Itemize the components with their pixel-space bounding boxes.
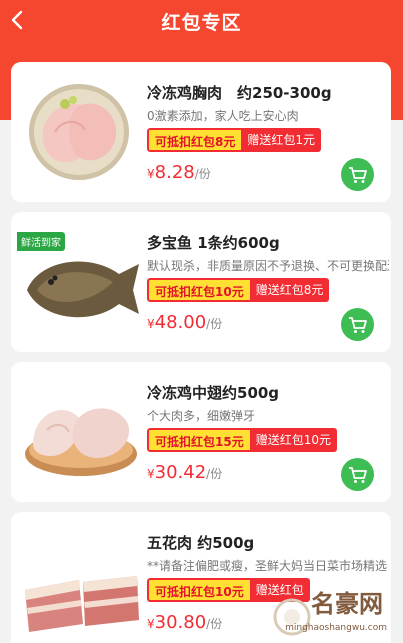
product-price: ¥8.28/份 bbox=[147, 162, 211, 183]
coupon-badges: 可抵扣红包15元 赠送红包10元 bbox=[147, 428, 337, 452]
deduct-badge: 可抵扣红包10元 bbox=[147, 278, 250, 302]
price-value: 30.42 bbox=[154, 462, 207, 483]
add-to-cart-button[interactable] bbox=[341, 308, 374, 341]
watermark-url: minghaoshangwu.com bbox=[285, 623, 387, 633]
product-price: ¥30.80/份 bbox=[147, 612, 222, 633]
coupon-badges: 可抵扣红包8元 赠送红包1元 bbox=[147, 128, 321, 152]
price-value: 30.80 bbox=[154, 612, 207, 633]
gift-badge: 赠送红包10元 bbox=[249, 428, 337, 452]
add-to-cart-button[interactable] bbox=[341, 458, 374, 491]
price-unit: /份 bbox=[194, 167, 211, 181]
deduct-badge: 可抵扣红包8元 bbox=[147, 128, 242, 152]
gift-badge: 赠送红包1元 bbox=[241, 128, 321, 152]
product-name: 冷冻鸡胸肉 约250-300g bbox=[147, 84, 332, 102]
currency-symbol: ¥ bbox=[147, 467, 155, 481]
cart-icon bbox=[349, 317, 367, 333]
fresh-delivery-tag: 鲜活到家 bbox=[17, 232, 65, 251]
price-unit: /份 bbox=[206, 617, 223, 631]
product-name: 冷冻鸡中翅约500g bbox=[147, 384, 280, 402]
currency-symbol: ¥ bbox=[147, 317, 155, 331]
product-desc: 0激素添加，家人吃上安心肉 bbox=[147, 109, 299, 123]
page-title: 红包专区 bbox=[161, 12, 242, 34]
site-watermark: 名豪网 minghaoshangwu.com bbox=[272, 589, 397, 637]
product-price: ¥48.00/份 bbox=[147, 312, 222, 333]
product-card[interactable]: 冷冻鸡胸肉 约250-300g 0激素添加，家人吃上安心肉 可抵扣红包8元 赠送… bbox=[11, 62, 391, 202]
product-card[interactable]: 鲜活到家 多宝鱼 1条约600g 默认现杀，非质量原因不予退换、不可更换配送 可… bbox=[11, 212, 391, 352]
coupon-badges: 可抵扣红包10元 赠送红包8元 bbox=[147, 278, 330, 302]
price-unit: /份 bbox=[206, 467, 223, 481]
price-value: 48.00 bbox=[154, 312, 207, 333]
pork-belly-image bbox=[19, 520, 143, 643]
add-to-cart-button[interactable] bbox=[341, 158, 374, 191]
cart-icon bbox=[349, 167, 367, 183]
product-name: 多宝鱼 1条约600g bbox=[147, 234, 280, 252]
product-card[interactable]: 冷冻鸡中翅约500g 个大肉多，细嫩弹牙 可抵扣红包15元 赠送红包10元 ¥3… bbox=[11, 362, 391, 502]
price-value: 8.28 bbox=[154, 162, 195, 183]
product-desc: 默认现杀，非质量原因不予退换、不可更换配送 bbox=[147, 259, 389, 273]
chicken-wings-image bbox=[19, 370, 143, 494]
deduct-badge: 可抵扣红包10元 bbox=[147, 578, 250, 602]
gift-badge: 赠送红包8元 bbox=[249, 278, 330, 302]
product-name: 五花肉 约500g bbox=[147, 534, 255, 552]
watermark-text: 名豪网 bbox=[311, 589, 383, 618]
cart-icon bbox=[349, 467, 367, 483]
currency-symbol: ¥ bbox=[147, 167, 155, 181]
currency-symbol: ¥ bbox=[147, 617, 155, 631]
price-unit: /份 bbox=[206, 317, 223, 331]
deduct-badge: 可抵扣红包15元 bbox=[147, 428, 250, 452]
product-price: ¥30.42/份 bbox=[147, 462, 222, 483]
product-desc: 个大肉多，细嫩弹牙 bbox=[147, 409, 256, 423]
product-desc: **请备注偏肥或瘦，圣鲜大妈当日菜市场精选 bbox=[147, 559, 388, 573]
chicken-breast-image bbox=[19, 70, 143, 194]
